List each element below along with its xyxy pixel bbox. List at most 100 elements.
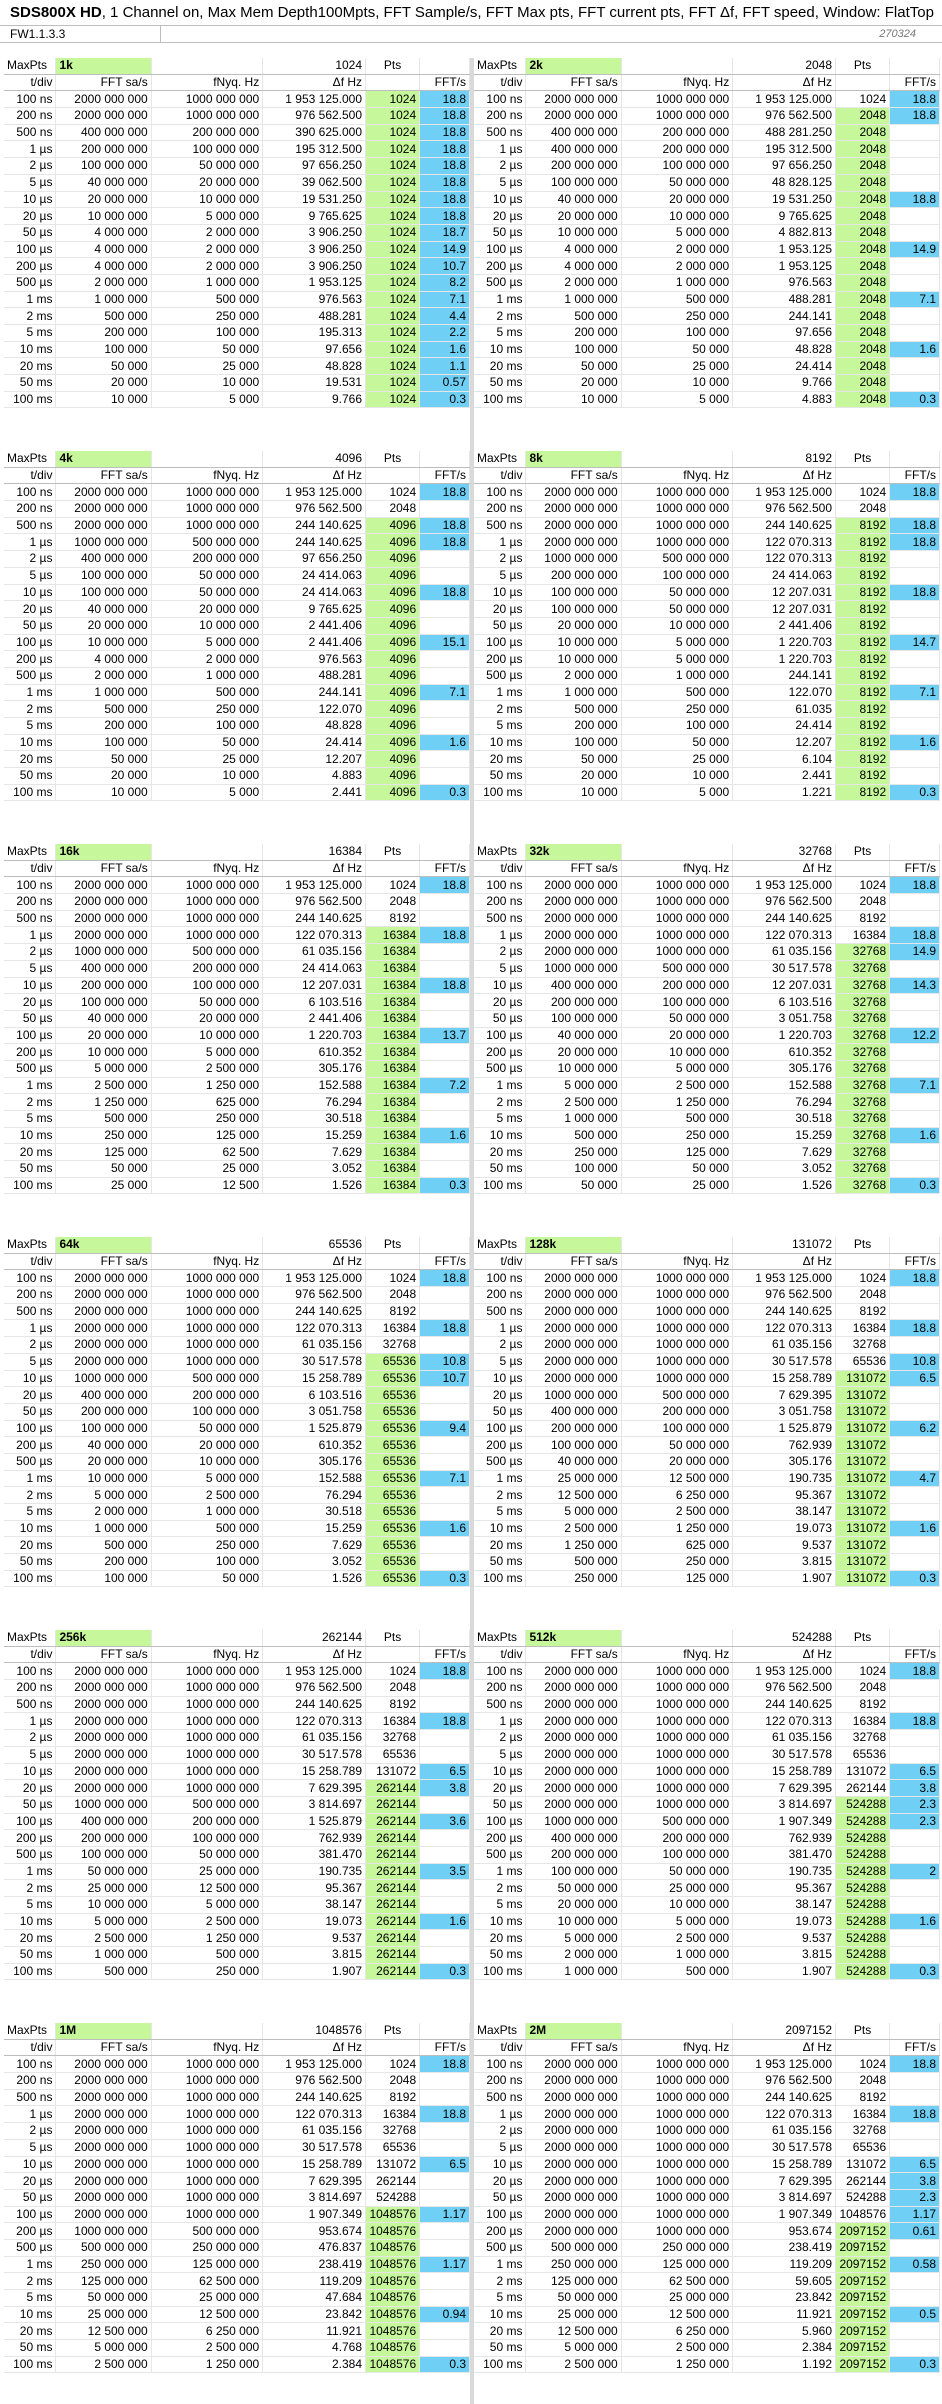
pts-cell: 32768 [835,1093,891,1111]
sample-rate-cell: 1000 000 000 [55,943,152,961]
nyquist-cell: 1000 000 000 [621,1696,734,1714]
pts-cell: 2048 [835,174,891,192]
tdiv-cell: 1 µs [4,1319,57,1338]
tdiv-cell: 20 µs [474,1386,527,1404]
sample-rate-cell: 400 000 000 [525,140,622,159]
table-row: 10 µs 400 000 000 200 000 000 12 207.031 327… [474,977,940,995]
tdiv-cell: 100 µs [4,1813,57,1831]
delta-f-cell: 2.441 [262,784,367,802]
fft-rate-cell [889,1043,940,1061]
table-row: 500 µs 40 000 000 20 000 000 305.176 131072 [474,1453,940,1471]
fft-rate-cell [419,943,470,961]
fft-rate-cell: 1.6 [889,734,940,752]
nyquist-cell: 1000 000 000 [621,533,734,552]
table-row: 10 µs 40 000 000 20 000 000 19 531.250 2048 1… [474,191,940,209]
nyquist-cell: 500 000 [621,1110,734,1128]
sample-rate-cell: 2000 000 000 [525,500,622,518]
delta-f-cell: 15 258.789 [262,1370,367,1388]
delta-f-cell: 238.419 [262,2256,367,2274]
table-row: 1 µs 2000 000 000 1000 000 000 122 070.313 1… [4,2105,470,2124]
tdiv-cell: 100 µs [474,1027,527,1045]
sample-rate-cell: 40 000 000 [525,1453,622,1471]
fft-rate-cell [419,1403,470,1421]
pts-cell: 8192 [835,750,891,769]
fft-rate-cell: 18.8 [419,876,470,895]
nyquist-cell: 1000 000 000 [151,2139,264,2157]
nyquist-cell: 200 000 000 [621,1403,734,1421]
sample-rate-cell: 100 000 000 [55,993,152,1011]
table-row: 500 ns 2000 000 000 1000 000 000 244 140.62… [4,2089,470,2107]
sample-rate-cell: 2000 000 000 [55,2172,152,2190]
tdiv-cell: 50 µs [4,1403,57,1421]
sample-rate-cell: 2000 000 000 [525,533,622,552]
tdiv-cell: 1 µs [474,926,527,945]
sample-rate-cell: 2000 000 000 [525,1303,622,1321]
pts-cell: 262144 [835,2172,891,2190]
nyquist-cell: 2 500 000 [151,1913,264,1931]
nyquist-cell: 1000 000 000 [621,926,734,945]
table-row: 500 µs 2 000 000 1 000 000 488.281 4096 [4,667,470,685]
table-row: 2 ms 12 500 000 6 250 000 95.367 131072 [474,1486,940,1504]
sample-rate-cell: 100 000 000 [525,600,622,618]
fft-rate-cell: 18.8 [889,107,940,125]
table-row: 500 ns 2000 000 000 1000 000 000 244 140.62… [474,2089,940,2107]
tdiv-cell: 1 ms [4,2256,57,2274]
pts-cell: 2048 [835,2072,891,2090]
column-header-df: Δf Hz [732,2039,837,2057]
sample-rate-cell: 1000 000 000 [525,1386,622,1404]
pts-cell: 524288 [835,1813,891,1831]
delta-f-cell: 19.073 [732,1913,837,1931]
fft-table: MaxPts 128k 131072 Pts t/div FFT sa/s fNyq. Hz… [474,1237,940,1588]
delta-f-cell: 305.176 [732,1060,837,1078]
nyquist-cell: 1000 000 000 [151,1353,264,1371]
column-header-tdiv: t/div [474,467,527,485]
fft-rate-cell [889,550,940,568]
tdiv-cell: 50 ms [4,767,57,785]
tdiv-cell: 5 µs [4,1353,57,1371]
table-row: 2 ms 500 000 250 000 244.141 2048 [474,307,940,325]
fft-rate-cell: 18.8 [419,977,470,995]
sample-rate-cell: 2000 000 000 [525,943,622,961]
fft-rate-cell: 8.2 [419,274,470,292]
fft-rate-cell: 10.8 [419,1353,470,1371]
table-row: 50 µs 2000 000 000 1000 000 000 3 814.697 52… [474,1796,940,1814]
fft-table: MaxPts 2M 2097152 Pts t/div FFT sa/s fNyq. Hz Δ… [474,2023,940,2374]
delta-f-cell: 4.768 [262,2339,367,2357]
fft-rate-cell: 14.9 [889,241,940,259]
pts-cell: 2097152 [835,2356,891,2374]
sample-rate-cell: 500 000 [525,1553,622,1571]
nyquist-cell: 2 500 000 [621,1077,734,1095]
sample-rate-cell: 2 500 000 [55,1929,152,1948]
pts-cell: 524288 [835,1929,891,1948]
table-row: 5 ms 200 000 100 000 195.313 1024 2.2 [4,324,470,342]
pts-cell: 65536 [365,1536,421,1555]
nyquist-cell: 5 000 000 [151,634,264,652]
table-row: 50 µs 20 000 000 10 000 000 2 441.406 8192 [474,617,940,635]
pts-cell: 2048 [835,374,891,392]
tdiv-cell: 100 ns [4,483,57,502]
nyquist-cell: 250 000 [621,700,734,718]
pts-cell: 65536 [365,1520,421,1538]
tdiv-cell: 2 ms [474,1879,527,1897]
tdiv-cell: 200 ns [4,500,57,518]
pts-cell: 262144 [365,1896,421,1914]
column-header-fps: FFT/s [419,74,470,92]
fft-table-block-8k: MaxPts 8k 8192 Pts t/div FFT sa/s fNyq. Hz Δf H… [474,451,940,841]
pts-cell: 2097152 [835,2222,891,2240]
column-header-pts [835,1646,891,1664]
fft-rate-cell: 7.1 [419,291,470,309]
delta-f-cell: 762.939 [732,1829,837,1847]
nyquist-cell: 1 250 000 [151,1077,264,1095]
fft-rate-cell [889,650,940,668]
pts-cell: 262144 [365,1929,421,1948]
table-row: 1 ms 25 000 000 12 500 000 190.735 131072 4.7 [474,1470,940,1488]
nyquist-cell: 5 000 [151,784,264,802]
fft-rate-cell [419,1143,470,1162]
nyquist-cell: 250 000 [151,307,264,325]
table-row: 20 µs 400 000 000 200 000 000 6 103.516 6553… [4,1386,470,1404]
sample-rate-cell: 2000 000 000 [55,2072,152,2090]
delta-f-cell: 190.735 [732,1863,837,1881]
tdiv-cell: 200 ns [474,2072,527,2090]
fft-rate-cell [889,374,940,392]
delta-f-cell: 24 414.063 [262,584,367,602]
